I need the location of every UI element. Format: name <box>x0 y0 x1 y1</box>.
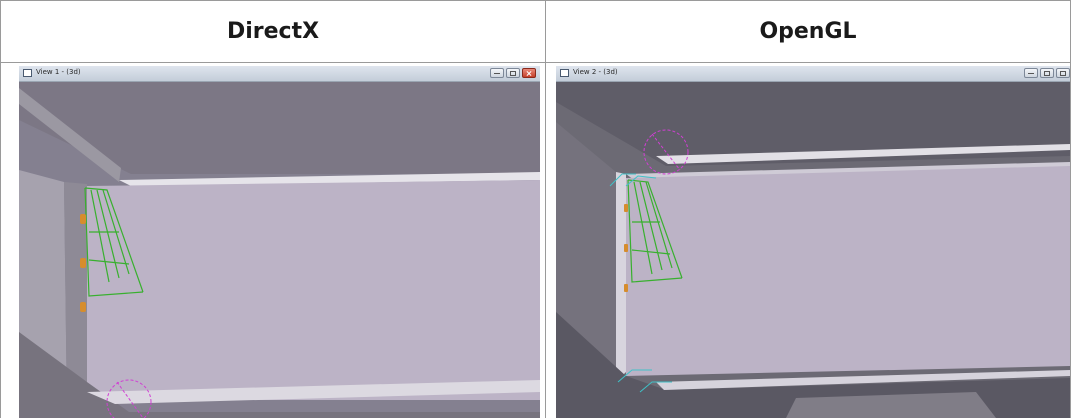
bolt <box>80 258 86 268</box>
maximize-icon[interactable] <box>506 68 520 78</box>
opengl-3d-viewport[interactable] <box>556 82 1070 418</box>
maximize-icon[interactable] <box>1040 68 1054 78</box>
minimize-icon[interactable] <box>1024 68 1038 78</box>
beam-web <box>87 180 540 400</box>
bolt <box>624 204 628 212</box>
directx-3d-viewport[interactable] <box>19 82 540 418</box>
bolt <box>624 284 628 292</box>
header-divider <box>0 62 1071 63</box>
view-window-icon <box>23 69 32 77</box>
view-window-opengl: View 2 - (3d) <box>556 66 1070 418</box>
header-opengl: OpenGL <box>759 18 857 44</box>
column-edge <box>616 172 626 382</box>
column-divider <box>545 0 546 418</box>
view-titlebar: View 1 - (3d) <box>19 66 540 82</box>
view-window-icon <box>560 69 569 77</box>
restore-icon[interactable] <box>1056 68 1070 78</box>
view-title: View 2 - (3d) <box>573 68 618 76</box>
bolt <box>80 302 86 312</box>
bolt <box>80 214 86 224</box>
bolt <box>624 244 628 252</box>
minimize-icon[interactable] <box>490 68 504 78</box>
header-directx: DirectX <box>226 18 320 44</box>
table-border-left <box>0 0 1 418</box>
view-window-directx: View 1 - (3d) <box>19 66 540 418</box>
beam-web <box>626 166 1070 376</box>
close-icon[interactable] <box>522 68 536 78</box>
view-title: View 1 - (3d) <box>36 68 81 76</box>
view-titlebar: View 2 - (3d) <box>556 66 1070 82</box>
